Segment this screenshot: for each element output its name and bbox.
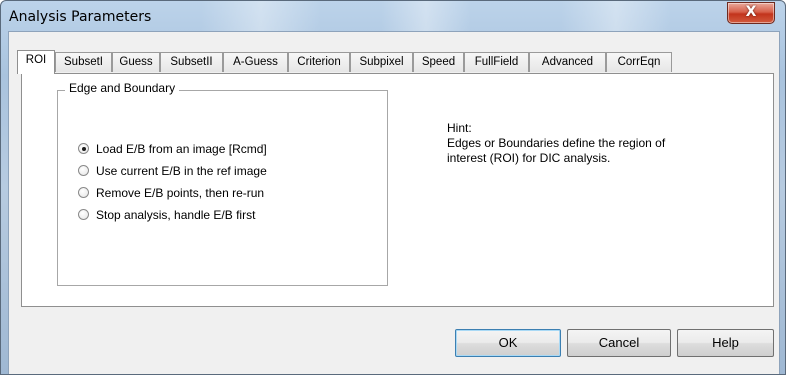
dialog-window: Analysis Parameters X ROI SubsetI Guess … [0,0,786,375]
tab-correqn[interactable]: CorrEqn [606,52,672,72]
tab-speed[interactable]: Speed [413,52,464,72]
help-button[interactable]: Help [677,329,774,357]
hint-line-1: Edges or Boundaries define the region of [447,136,666,150]
tab-a-guess[interactable]: A-Guess [223,52,288,72]
title-bar-glass [201,1,321,33]
radio-label[interactable]: Remove E/B points, then re-run [96,186,264,200]
tab-advanced[interactable]: Advanced [529,52,606,72]
close-button[interactable]: X [727,2,775,24]
title-bar[interactable]: Analysis Parameters X [1,1,785,33]
radio-button[interactable] [78,143,89,154]
tab-criterion[interactable]: Criterion [288,52,350,72]
groupbox-title: Edge and Boundary [65,81,180,95]
radio-label[interactable]: Use current E/B in the ref image [96,164,267,178]
radio-button[interactable] [78,209,89,220]
tab-guess[interactable]: Guess [112,52,160,72]
tab-subpixel[interactable]: Subpixel [350,52,413,72]
tab-fullfield[interactable]: FullField [464,52,529,72]
title-bar-glass [381,1,471,33]
radio-label[interactable]: Load E/B from an image [Rcmd] [96,142,267,156]
hint-line-2: interest (ROI) for DIC analysis. [447,151,611,165]
tab-subset-ii[interactable]: SubsetII [160,52,223,72]
ok-button[interactable]: OK [455,329,561,357]
hint-text-block: Hint: Edges or Boundaries define the reg… [447,121,665,166]
dialog-client-area: ROI SubsetI Guess SubsetII A-Guess Crite… [8,31,780,374]
radio-button[interactable] [78,165,89,176]
radio-label[interactable]: Stop analysis, handle E/B first [96,208,255,222]
radio-selected-dot [81,146,86,151]
tab-subset-i[interactable]: SubsetI [55,52,112,72]
radio-button[interactable] [78,187,89,198]
tab-strip: ROI SubsetI Guess SubsetII A-Guess Crite… [9,32,779,74]
close-icon: X [745,4,757,20]
cancel-button[interactable]: Cancel [567,329,671,357]
hint-title: Hint: [447,121,472,135]
tab-roi[interactable]: ROI [17,50,55,74]
window-title: Analysis Parameters [9,9,152,25]
title-bar-glass [561,1,671,33]
